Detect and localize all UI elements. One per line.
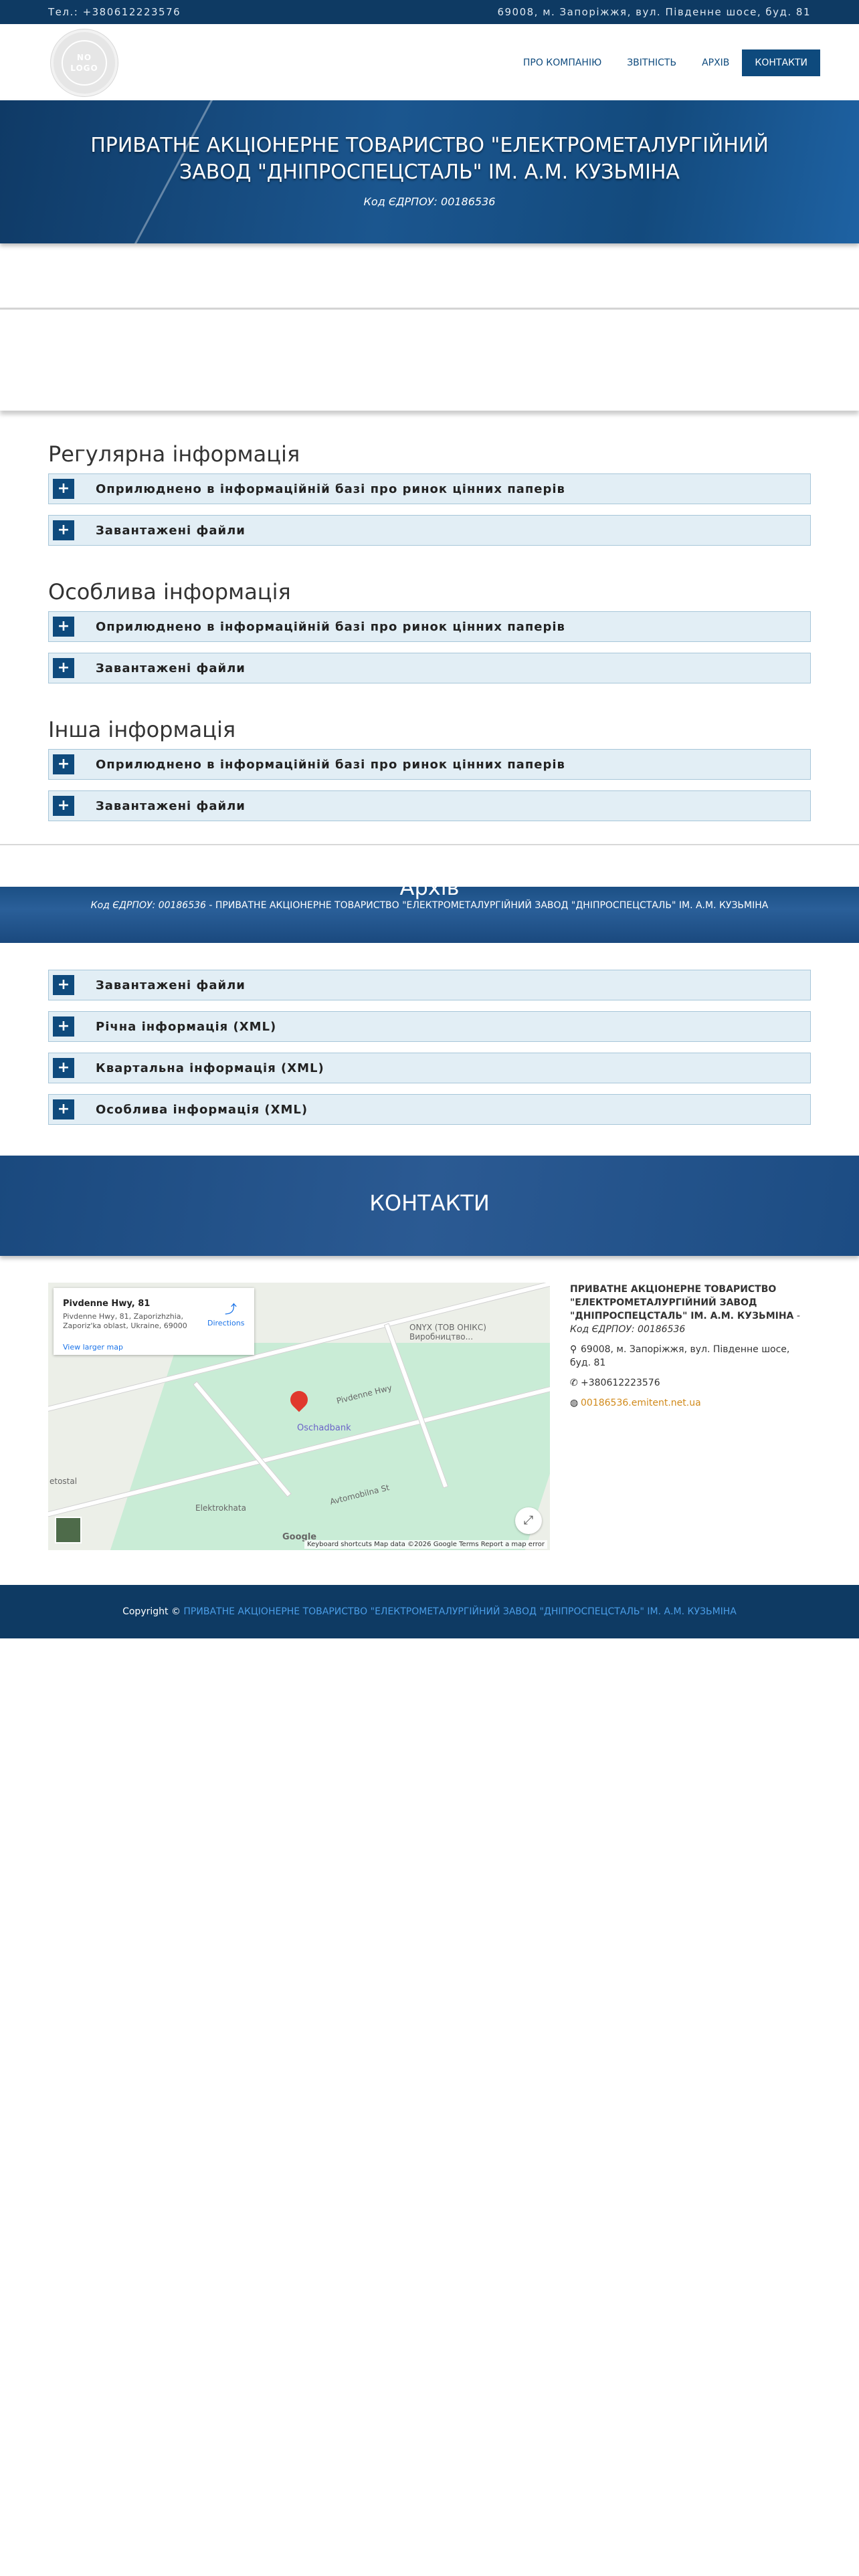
map-place-address: Pivdenne Hwy, 81, Zaporizhzhia, Zaporiz'… [63,1312,187,1330]
archive-company: - ПРИВАТНЕ АКЦІОНЕРНЕ ТОВАРИСТВО "ЕЛЕКТР… [205,900,769,911]
plus-icon[interactable]: + [53,617,74,637]
accordion-label: Завантажені файли [96,799,246,813]
accordion-label: Оприлюднено в інформаційній базі про рин… [96,620,565,634]
footer-company-link[interactable]: ПРИВАТНЕ АКЦІОНЕРНЕ ТОВАРИСТВО "ЕЛЕКТРОМ… [183,1606,736,1617]
nav-contacts[interactable]: КОНТАКТИ [742,49,820,76]
contact-info: ПРИВАТНЕ АКЦІОНЕРНЕ ТОВАРИСТВО "ЕЛЕКТРОМ… [570,1283,811,1410]
nav-reports[interactable]: ЗВІТНІСТЬ [614,49,689,76]
contacts-banner: КОНТАКТИ [0,1156,859,1256]
globe-icon: ◍ [570,1398,579,1408]
plus-icon[interactable]: + [53,1099,74,1119]
accordion-special-files[interactable]: + Завантажені файли [48,653,811,683]
nav-about[interactable]: ПРО КОМПАНІЮ [510,49,614,76]
plus-icon[interactable]: + [53,520,74,540]
accordion-archive-special[interactable]: + Особлива інформація (XML) [48,1094,811,1125]
accordion-label: Особлива інформація (XML) [96,1103,308,1117]
plus-icon[interactable]: + [53,754,74,774]
accordion-special-published[interactable]: + Оприлюднено в інформаційній базі про р… [48,611,811,642]
accordion-label: Річна інформація (XML) [96,1020,277,1034]
accordion-label: Завантажені файли [96,524,246,538]
satellite-toggle[interactable] [55,1517,82,1543]
accordion-regular-published[interactable]: + Оприлюднено в інформаційній базі про р… [48,473,811,504]
fullscreen-icon[interactable]: ⤢ [515,1507,542,1534]
accordion-label: Завантажені файли [96,978,246,992]
plus-icon[interactable]: + [53,796,74,816]
plus-icon[interactable]: + [53,479,74,499]
section-divider [0,844,859,845]
accordion-archive-annual[interactable]: + Річна інформація (XML) [48,1011,811,1042]
company-code: Код ЄДРПОУ: 00186536 [363,195,496,208]
accordion-label: Оприлюднено в інформаційній базі про рин… [96,482,565,496]
plus-icon[interactable]: + [53,975,74,995]
section-title-other: Інша інформація [48,717,236,742]
map-place-name: Pivdenne Hwy, 81 [63,1299,151,1309]
hero-banner: ПРИВАТНЕ АКЦІОНЕРНЕ ТОВАРИСТВО "ЕЛЕКТРОМ… [0,100,859,243]
accordion-other-published[interactable]: + Оприлюднено в інформаційній базі про р… [48,749,811,780]
section-title-regular: Регулярна інформація [48,441,300,467]
archive-banner: Архів Код ЄДРПОУ: 00186536 - ПРИВАТНЕ АК… [0,887,859,943]
map-marker-icon: ⚲ [570,1344,577,1355]
accordion-label: Оприлюднено в інформаційній базі про рин… [96,758,565,772]
contacts-title: КОНТАКТИ [369,1190,490,1216]
archive-title: Архів [399,887,460,900]
map-label-metal[interactable]: etostal [50,1477,77,1486]
accordion-label: Квартальна інформація (XML) [96,1061,324,1075]
contact-site-link[interactable]: 00186536.emitent.net.ua [581,1398,701,1408]
accordion-archive-quarterly[interactable]: + Квартальна інформація (XML) [48,1053,811,1083]
logo[interactable]: NO LOGO [51,29,118,96]
plus-icon[interactable]: + [53,1058,74,1078]
contact-org: ПРИВАТНЕ АКЦІОНЕРНЕ ТОВАРИСТВО "ЕЛЕКТРОМ… [570,1284,794,1321]
map-label-elektrokhata[interactable]: Elektrokhata [195,1503,246,1513]
accordion-archive-files[interactable]: + Завантажені файли [48,970,811,1000]
map-info-card: Pivdenne Hwy, 81 Pivdenne Hwy, 81, Zapor… [54,1288,254,1355]
accordion-regular-files[interactable]: + Завантажені файли [48,515,811,546]
logo-text: NO LOGO [62,40,107,86]
view-larger-map-link[interactable]: View larger map [63,1343,123,1352]
top-bar: Тел.: +380612223576 69008, м. Запоріжжя,… [0,0,859,24]
map-label-onyx[interactable]: ONYX (ТОВ ОНІКС) Виробництво... [409,1323,496,1341]
contact-address: 69008, м. Запоріжжя, вул. Південне шосе,… [570,1344,790,1368]
empty-band [0,308,859,411]
archive-subtitle: Код ЄДРПОУ: 00186536 - ПРИВАТНЕ АКЦІОНЕР… [0,900,859,911]
site-footer: Copyright © ПРИВАТНЕ АКЦІОНЕРНЕ ТОВАРИСТ… [0,1585,859,1638]
google-map[interactable]: Pivdenne Hwy, 81 Pivdenne Hwy, 81, Zapor… [48,1283,550,1550]
map-footer[interactable]: Keyboard shortcuts Map data ©2026 Google… [304,1540,547,1549]
archive-code: Код ЄДРПОУ: 00186536 [90,900,206,911]
section-title-special: Особлива інформація [48,579,291,605]
site-header: NO LOGO ПРО КОМПАНІЮ ЗВІТНІСТЬ АРХІВ КОН… [0,24,859,100]
accordion-other-files[interactable]: + Завантажені файли [48,790,811,821]
nav-archive[interactable]: АРХІВ [689,49,742,76]
directions-link[interactable]: Directions [207,1319,244,1327]
main-nav: ПРО КОМПАНІЮ ЗВІТНІСТЬ АРХІВ КОНТАКТИ [510,49,820,76]
plus-icon[interactable]: + [53,1016,74,1037]
map-label-bank[interactable]: Oschadbank [297,1423,351,1433]
phone-icon: ✆ [570,1378,578,1388]
directions-icon[interactable]: ⤴ [225,1300,237,1317]
copyright-text: Copyright © [122,1606,184,1617]
plus-icon[interactable]: + [53,658,74,678]
top-phone: Тел.: +380612223576 [48,6,181,18]
company-title: ПРИВАТНЕ АКЦІОНЕРНЕ ТОВАРИСТВО "ЕЛЕКТРОМ… [90,134,769,184]
accordion-label: Завантажені файли [96,661,246,675]
top-address: 69008, м. Запоріжжя, вул. Південне шосе,… [497,6,811,18]
contact-phone: +380612223576 [581,1378,660,1388]
